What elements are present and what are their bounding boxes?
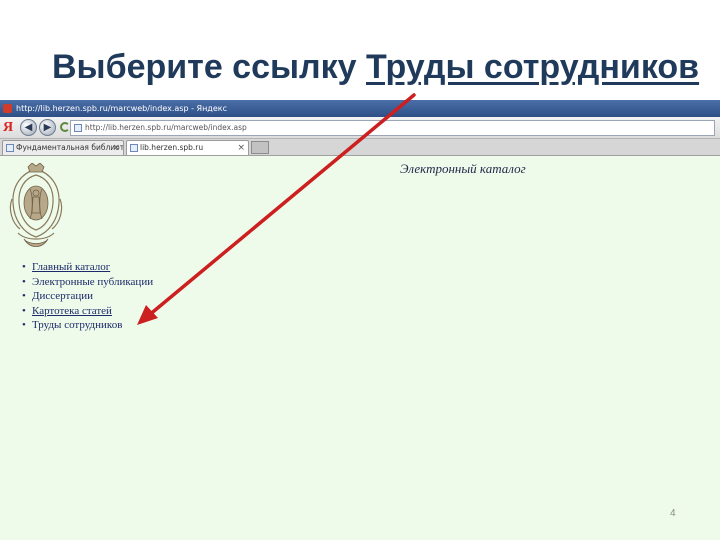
slide-title: Выберите ссылку Труды сотрудников bbox=[52, 48, 699, 87]
catalog-menu: Главный каталог Электронные публикации Д… bbox=[22, 260, 153, 333]
new-tab-button[interactable] bbox=[251, 141, 269, 154]
app-icon bbox=[3, 104, 12, 113]
address-text[interactable]: http://lib.herzen.spb.ru/marcweb/index.a… bbox=[85, 123, 247, 132]
browser-navbar: Я ◀ ▶ http://lib.herzen.spb.ru/marcweb/i… bbox=[0, 117, 720, 139]
page-icon bbox=[6, 144, 14, 152]
tab-close-icon[interactable]: × bbox=[112, 141, 120, 155]
slide-title-prefix: Выберите ссылку bbox=[52, 48, 367, 86]
tab-catalog[interactable]: lib.herzen.spb.ru × bbox=[126, 140, 249, 155]
catalog-heading: Электронный каталог bbox=[400, 161, 526, 176]
slide-title-link: Труды сотрудников bbox=[366, 48, 700, 86]
back-icon[interactable]: ◀ bbox=[20, 119, 37, 136]
menu-article-index[interactable]: Картотека статей bbox=[22, 304, 153, 319]
tab-close-icon[interactable]: × bbox=[237, 141, 245, 155]
tab-library[interactable]: Фундаментальная библиотек... × bbox=[2, 140, 124, 155]
tab-label: Фундаментальная библиотек... bbox=[16, 143, 124, 152]
menu-dissertations[interactable]: Диссертации bbox=[22, 289, 153, 304]
forward-icon[interactable]: ▶ bbox=[39, 119, 56, 136]
browser-titlebar: http://lib.herzen.spb.ru/marcweb/index.a… bbox=[0, 100, 720, 117]
menu-main-catalog[interactable]: Главный каталог bbox=[22, 260, 153, 275]
university-emblem bbox=[9, 163, 63, 247]
tab-bar: Фундаментальная библиотек... × lib.herze… bbox=[0, 139, 720, 156]
page-icon bbox=[130, 144, 138, 152]
tab-label: lib.herzen.spb.ru bbox=[140, 143, 204, 152]
menu-electronic-publications[interactable]: Электронные публикации bbox=[22, 275, 153, 290]
browser-window: http://lib.herzen.spb.ru/marcweb/index.a… bbox=[0, 100, 720, 540]
window-title: http://lib.herzen.spb.ru/marcweb/index.a… bbox=[16, 104, 227, 113]
yandex-logo[interactable]: Я bbox=[3, 120, 13, 136]
page-icon bbox=[74, 124, 82, 132]
page-number: 4 bbox=[670, 508, 676, 519]
refresh-icon[interactable] bbox=[60, 122, 70, 132]
address-bar[interactable]: http://lib.herzen.spb.ru/marcweb/index.a… bbox=[70, 120, 715, 136]
page-content: Электронный каталог Главный каталог Элек… bbox=[0, 157, 720, 540]
menu-staff-works[interactable]: Труды сотрудников bbox=[22, 318, 153, 333]
